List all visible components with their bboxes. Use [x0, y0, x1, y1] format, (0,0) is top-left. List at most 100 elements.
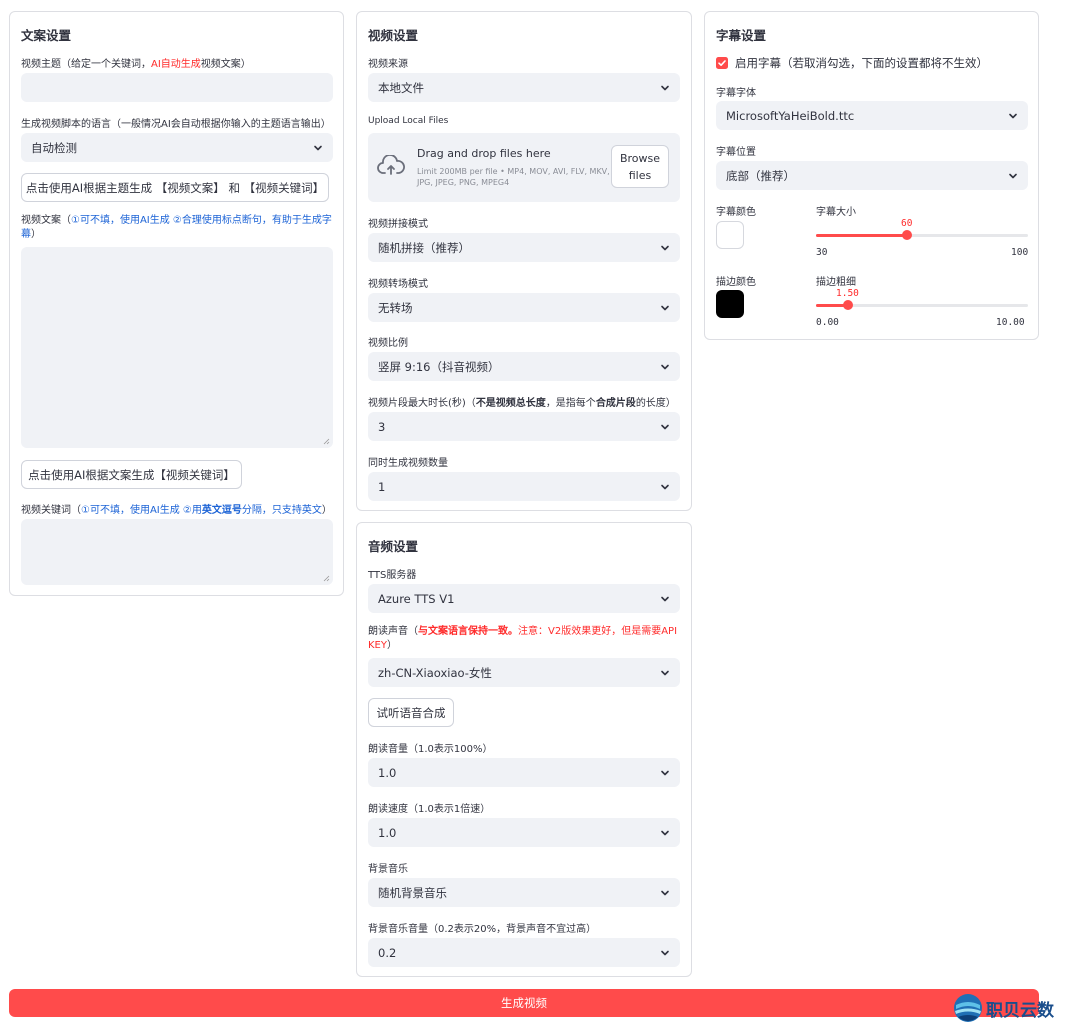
- chevron-down-icon: [313, 143, 323, 153]
- script-language-value: 自动检测: [31, 140, 77, 155]
- voice-volume-label: 朗读音量（1.0表示100%）: [368, 744, 493, 755]
- subtitle-color-picker[interactable]: [716, 221, 744, 249]
- subtitle-size-slider-fill: [816, 234, 907, 237]
- generate-keywords-button[interactable]: 点击使用AI根据文案生成【视频关键词】: [21, 460, 242, 489]
- video-source-label: 视频来源: [368, 59, 408, 70]
- resize-handle-icon[interactable]: [323, 575, 330, 582]
- video-source-select[interactable]: 本地文件: [368, 73, 680, 102]
- subtitle-position-select[interactable]: 底部（推荐）: [716, 161, 1028, 190]
- subtitle-position-value: 底部（推荐）: [726, 168, 795, 183]
- aspect-ratio-value: 竖屏 9:16（抖音视频）: [378, 359, 500, 374]
- clip-duration-select[interactable]: 3: [368, 412, 680, 441]
- generate-video-button[interactable]: 生成视频: [9, 989, 1039, 1017]
- upload-label: Upload Local Files: [368, 116, 449, 126]
- bgm-volume-value: 0.2: [378, 945, 397, 960]
- transition-mode-select[interactable]: 无转场: [368, 293, 680, 322]
- video-script-textarea[interactable]: [21, 247, 333, 448]
- bgm-select[interactable]: 随机背景音乐: [368, 878, 680, 907]
- upload-drag-text: Drag and drop files here: [417, 147, 551, 160]
- voice-rate-label: 朗读速度（1.0表示1倍速）: [368, 804, 491, 815]
- video-count-select[interactable]: 1: [368, 472, 680, 501]
- voice-label: 朗读声音（与文案语言保持一致。注意：V2版效果更好，但是需要API KEY）: [368, 626, 678, 651]
- stroke-width-label: 描边粗细: [816, 277, 856, 288]
- transition-mode-label: 视频转场模式: [368, 279, 428, 290]
- subtitle-size-min: 30: [816, 247, 828, 258]
- preview-voice-button[interactable]: 试听语音合成: [368, 698, 454, 727]
- stroke-width-slider-handle[interactable]: [843, 300, 853, 310]
- clip-duration-label: 视频片段最大时长(秒)（不是视频总长度，是指每个合成片段的长度）: [368, 398, 676, 409]
- video-source-value: 本地文件: [378, 80, 424, 95]
- globe-logo-icon: [953, 993, 983, 1023]
- file-uploader-dropzone[interactable]: Drag and drop files here Limit 200MB per…: [368, 133, 680, 202]
- audio-settings-panel: 音频设置 TTS服务器 Azure TTS V1 朗读声音（与文案语言保持一致。…: [356, 522, 692, 977]
- enable-subtitle-checkbox[interactable]: 启用字幕（若取消勾选，下面的设置都将不生效）: [716, 55, 988, 71]
- voice-select[interactable]: zh-CN-Xiaoxiao-女性: [368, 658, 680, 687]
- clip-duration-value: 3: [378, 419, 386, 434]
- subtitle-size-label: 字幕大小: [816, 207, 856, 218]
- script-language-label: 生成视频脚本的语言（一般情况AI会自动根据你输入的主题语言输出）: [21, 119, 331, 130]
- video-count-value: 1: [378, 479, 386, 494]
- subject-label: 视频主题（给定一个关键词，AI自动生成视频文案）: [21, 59, 251, 70]
- voice-rate-value: 1.0: [378, 825, 397, 840]
- video-keywords-textarea[interactable]: [21, 519, 333, 585]
- bgm-value: 随机背景音乐: [378, 885, 447, 900]
- subtitle-font-select[interactable]: MicrosoftYaHeiBold.ttc: [716, 101, 1028, 130]
- script-label: 视频文案（①可不填，使用AI生成 ②合理使用标点断句，有助于生成字 幕）: [21, 215, 332, 240]
- stroke-color-picker[interactable]: [716, 290, 744, 318]
- bgm-label: 背景音乐: [368, 864, 408, 875]
- subtitle-color-label: 字幕颜色: [716, 207, 756, 218]
- stroke-color-label: 描边颜色: [716, 277, 756, 288]
- video-settings-panel: 视频设置 视频来源 本地文件 Upload Local Files Drag a…: [356, 11, 692, 511]
- concat-mode-value: 随机拼接（推荐）: [378, 240, 470, 255]
- script-language-select[interactable]: 自动检测: [21, 133, 333, 162]
- subtitle-position-label: 字幕位置: [716, 147, 756, 158]
- bgm-volume-label: 背景音乐音量（0.2表示20%，背景声音不宜过高）: [368, 924, 597, 935]
- watermark-logo: 职贝云数: [953, 993, 1054, 1023]
- subtitle-size-value: 60: [901, 218, 913, 229]
- transition-mode-value: 无转场: [378, 300, 413, 315]
- panel-title: 字幕设置: [716, 28, 767, 43]
- chevron-down-icon: [660, 768, 670, 778]
- voice-value: zh-CN-Xiaoxiao-女性: [378, 665, 492, 680]
- voice-volume-value: 1.0: [378, 765, 397, 780]
- bgm-volume-select[interactable]: 0.2: [368, 938, 680, 967]
- chevron-down-icon: [660, 243, 670, 253]
- stroke-width-value: 1.50: [836, 288, 859, 299]
- tts-server-value: Azure TTS V1: [378, 591, 455, 606]
- panel-title: 文案设置: [21, 28, 72, 43]
- concat-mode-select[interactable]: 随机拼接（推荐）: [368, 233, 680, 262]
- cloud-upload-icon: [377, 154, 405, 180]
- stroke-width-min: 0.00: [816, 317, 839, 328]
- subtitle-settings-panel: 字幕设置 启用字幕（若取消勾选，下面的设置都将不生效） 字幕字体 Microso…: [704, 11, 1039, 340]
- voice-rate-select[interactable]: 1.0: [368, 818, 680, 847]
- stroke-width-max: 10.00: [996, 317, 1025, 328]
- resize-handle-icon[interactable]: [323, 438, 330, 445]
- watermark-text: 职贝云数: [986, 1000, 1054, 1021]
- chevron-down-icon: [660, 888, 670, 898]
- chevron-down-icon: [1008, 171, 1018, 181]
- chevron-down-icon: [660, 303, 670, 313]
- enable-subtitle-label: 启用字幕（若取消勾选，下面的设置都将不生效）: [735, 56, 988, 70]
- subtitle-size-max: 100: [1011, 247, 1029, 258]
- panel-title: 视频设置: [368, 28, 419, 43]
- browse-files-button[interactable]: Browse files: [611, 145, 669, 188]
- chevron-down-icon: [660, 594, 670, 604]
- script-settings-panel: 文案设置 视频主题（给定一个关键词，AI自动生成视频文案） 生成视频脚本的语言（…: [9, 11, 344, 596]
- chevron-down-icon: [660, 482, 670, 492]
- chevron-down-icon: [660, 668, 670, 678]
- panel-title: 音频设置: [368, 539, 419, 554]
- generate-script-and-keywords-button[interactable]: 点击使用AI根据主题生成 【视频文案】 和 【视频关键词】: [21, 173, 329, 202]
- voice-volume-select[interactable]: 1.0: [368, 758, 680, 787]
- tts-server-select[interactable]: Azure TTS V1: [368, 584, 680, 613]
- chevron-down-icon: [660, 422, 670, 432]
- chevron-down-icon: [660, 948, 670, 958]
- keywords-label: 视频关键词（①可不填，使用AI生成 ②用英文逗号分隔，只支持英文）: [21, 505, 332, 516]
- checkbox-checked-icon[interactable]: [716, 57, 728, 69]
- subtitle-size-slider-handle[interactable]: [902, 230, 912, 240]
- tts-server-label: TTS服务器: [368, 570, 417, 581]
- video-subject-input[interactable]: [21, 73, 333, 102]
- aspect-ratio-select[interactable]: 竖屏 9:16（抖音视频）: [368, 352, 680, 381]
- upload-limit-text: Limit 200MB per file • MP4, MOV, AVI, FL…: [417, 167, 610, 187]
- concat-mode-label: 视频拼接模式: [368, 219, 428, 230]
- aspect-ratio-label: 视频比例: [368, 338, 408, 349]
